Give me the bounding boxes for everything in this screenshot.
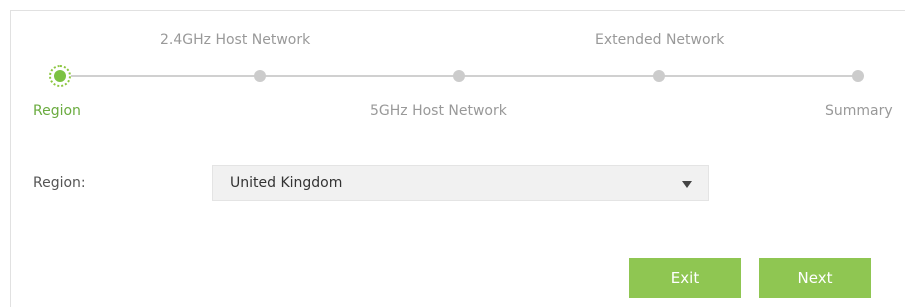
region-select-value: United Kingdom	[230, 175, 343, 191]
caret-down-icon	[682, 181, 692, 188]
step-dot-5ghz-host-network	[453, 70, 465, 82]
step-label-extended-network: Extended Network	[595, 32, 725, 48]
exit-button[interactable]: Exit	[629, 258, 741, 298]
next-button[interactable]: Next	[759, 258, 871, 298]
step-label-summary: Summary	[825, 103, 893, 119]
step-label-2ghz-host-network: 2.4GHz Host Network	[160, 32, 311, 48]
region-select[interactable]: United Kingdom	[212, 165, 709, 201]
region-field-label: Region:	[33, 175, 86, 191]
step-dot-region	[49, 65, 71, 87]
step-label-region: Region	[33, 103, 81, 119]
step-dot-summary	[852, 70, 864, 82]
step-dot-region-core	[54, 70, 66, 82]
step-dot-extended-network	[653, 70, 665, 82]
step-dot-2ghz-host-network	[254, 70, 266, 82]
step-label-5ghz-host-network: 5GHz Host Network	[370, 103, 507, 119]
